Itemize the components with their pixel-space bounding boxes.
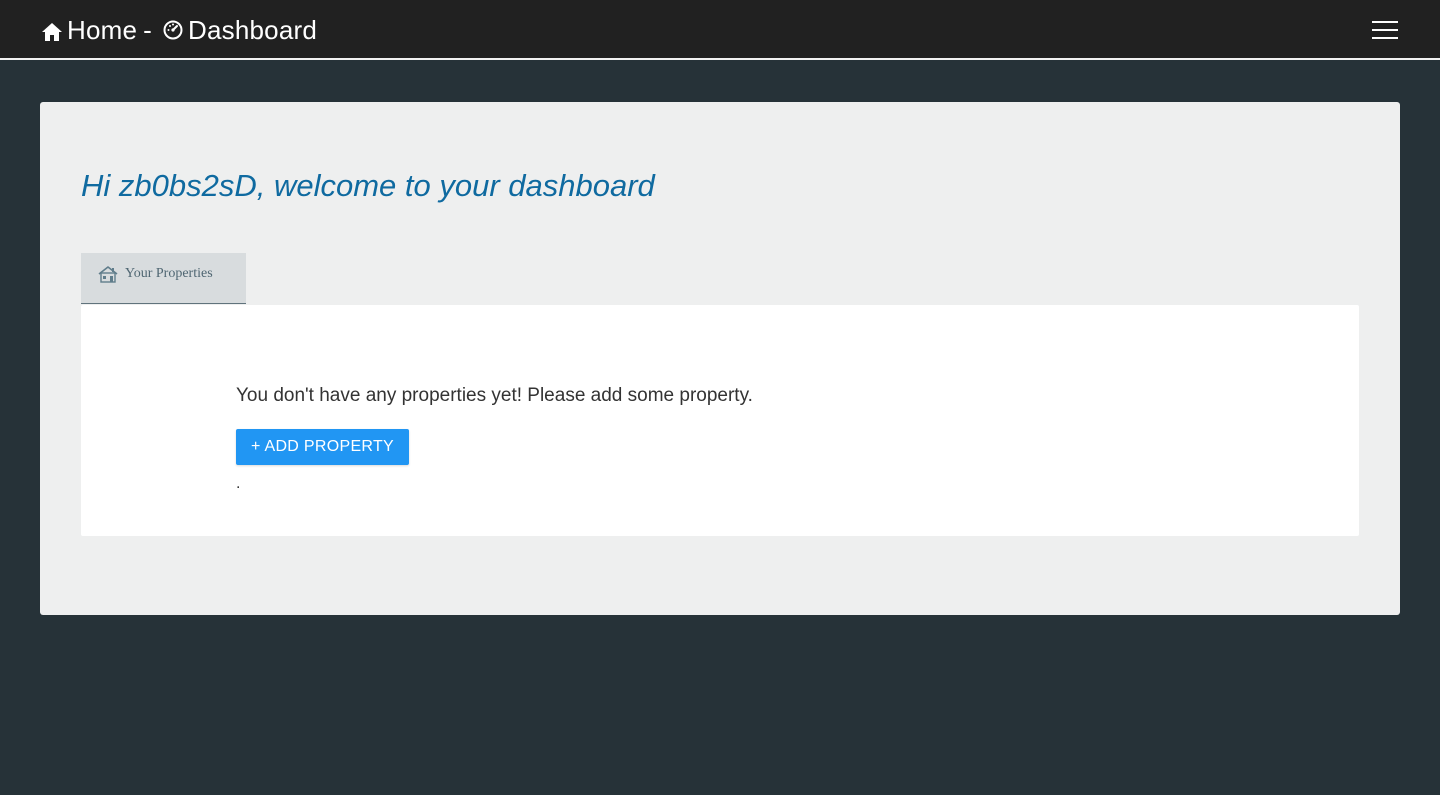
welcome-heading: Hi zb0bs2sD, welcome to your dashboard <box>81 168 655 203</box>
dashboard-icon <box>162 17 184 40</box>
dashboard-card: Hi zb0bs2sD, welcome to your dashboard Y… <box>40 102 1400 615</box>
top-navbar: Home - Dashboard <box>0 0 1440 60</box>
hamburger-line <box>1372 21 1398 23</box>
breadcrumb: Home - Dashboard <box>41 0 317 60</box>
breadcrumb-separator: - <box>143 14 153 45</box>
menu-hamburger-icon[interactable] <box>1368 16 1402 44</box>
empty-state-message: You don't have any properties yet! Pleas… <box>236 385 753 406</box>
hamburger-line <box>1372 29 1398 31</box>
page-title: Dashboard <box>188 14 318 45</box>
properties-panel: You don't have any properties yet! Pleas… <box>81 305 1359 536</box>
add-property-button[interactable]: + ADD PROPERTY <box>236 429 409 465</box>
home-link[interactable]: Home <box>67 15 137 46</box>
trailing-text: . <box>236 475 241 492</box>
tab-label: Your Properties <box>125 266 213 281</box>
tab-your-properties[interactable]: Your Properties <box>81 253 246 304</box>
hamburger-line <box>1372 37 1398 39</box>
home-icon[interactable] <box>41 19 63 41</box>
house-icon <box>97 265 119 283</box>
